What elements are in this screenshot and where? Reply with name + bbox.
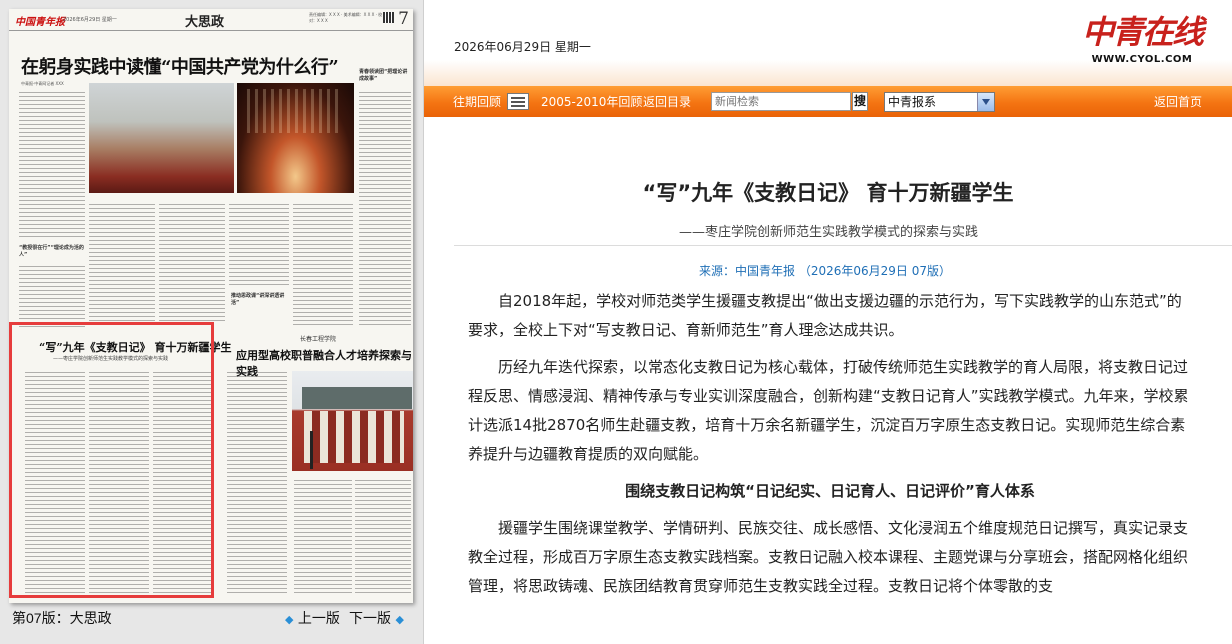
- paper-text-column: [19, 263, 85, 327]
- site-logo[interactable]: 中青在线 WWW.CYOL.COM: [1081, 10, 1204, 65]
- article-subtitle: ——枣庄学院创新师范生实践教学模式的探索与实践: [678, 225, 978, 240]
- search-input[interactable]: [711, 92, 851, 111]
- article-body: 自2018年起，学校对师范类学生援疆支教提出“做出支援边疆的示范行为，写下实践教…: [468, 287, 1192, 609]
- paper-text-column: [359, 89, 411, 325]
- paper-logo: 中国青年报: [15, 17, 65, 28]
- article-paragraph: 自2018年起，学校对师范类学生援疆支教提出“做出支援边疆的示范行为，写下实践教…: [468, 292, 1182, 339]
- article-paragraph: 历经九年迭代探索，以常态化支教日记为核心载体，打破传统师范生实践教学的育人局限，…: [468, 358, 1189, 463]
- qr-code-icon: [383, 12, 394, 23]
- paper-text-column: [355, 477, 411, 594]
- nav-archive[interactable]: 2005-2010年回顾: [541, 93, 642, 110]
- paper-text-column: [227, 369, 287, 594]
- paper-select[interactable]: 中青报系: [884, 92, 995, 112]
- paper-photo-campus: [292, 371, 413, 471]
- paper-photo-ceremony: [89, 83, 234, 193]
- paper-date: 2026年6月29日 星期一: [63, 17, 117, 23]
- paper-select-value: 中青报系: [888, 95, 937, 109]
- article-title: “写”九年《支教日记》 育十万新疆学生: [642, 181, 1014, 205]
- paper-article2-kicker: 长春工程学院: [300, 336, 337, 343]
- paper-text-column: [89, 201, 155, 321]
- site-logo-mark: 中青在线: [1081, 13, 1204, 51]
- paper-section-name: 大思政: [185, 15, 225, 30]
- divider: [454, 245, 1232, 246]
- paper-subhead-right: 青春领读团“把理论讲成故事”: [359, 69, 408, 82]
- next-page-link[interactable]: 下一版 ◆: [349, 608, 404, 628]
- calendar-grid-icon[interactable]: [507, 93, 529, 110]
- paper-subhead-mid: 推动思政课“讲深讲透讲活”: [231, 293, 285, 306]
- paper-photo-stage: [237, 83, 354, 193]
- paper-photo-caption: [89, 195, 354, 200]
- site-date: 2026年06月29日 星期一: [454, 40, 591, 54]
- paper-editors: 责任编辑：X X X · 美术编辑：X X X · 校对：X X X: [309, 12, 383, 23]
- paper-headline-1[interactable]: 在躬身实践中读懂“中国共产党为什么行”: [21, 53, 339, 79]
- page-label: 第07版：大思政: [12, 610, 112, 626]
- site-logo-url: WWW.CYOL.COM: [1091, 54, 1193, 65]
- nav-home[interactable]: 返回首页: [1154, 93, 1202, 110]
- paper-page-number: 7: [398, 9, 409, 29]
- prev-page-link[interactable]: ◆ 上一版: [285, 608, 340, 628]
- article-section-heading: 围绕支教日记构筑“日记纪实、日记育人、日记评价”育人体系: [625, 482, 1035, 500]
- article-source: 来源：中国青年报 （2026年06月29日 07版）: [699, 264, 951, 278]
- paper-text-column: [19, 89, 85, 239]
- chevron-down-icon[interactable]: [977, 93, 994, 111]
- article: “写”九年《支教日记》 育十万新疆学生 ——枣庄学院创新师范生实践教学模式的探索…: [424, 117, 1232, 644]
- paper-byline-1: 中青报·中青网记者 XXX: [21, 81, 64, 86]
- search-button[interactable]: 搜: [852, 92, 868, 111]
- paper-text-column: [294, 477, 352, 594]
- left-arrow-icon: ◆: [285, 613, 294, 626]
- site-panel: 2026年06月29日 星期一 中青在线 WWW.CYOL.COM 往期回顾 2…: [424, 0, 1232, 644]
- selected-article-highlight[interactable]: [9, 322, 214, 598]
- right-arrow-icon: ◆: [395, 613, 404, 626]
- paper-text-column: [293, 201, 353, 325]
- prev-page-label: 上一版: [297, 611, 340, 627]
- paper-text-column: [159, 201, 225, 321]
- paper-text-column: [229, 201, 289, 287]
- site-navbar: 往期回顾 2005-2010年回顾 返回目录 搜 中青报系 返回首页: [424, 86, 1232, 117]
- paper-masthead: 中国青年报 2026年6月29日 星期一 大思政 责任编辑：X X X · 美术…: [9, 9, 413, 31]
- article-paragraph: 援疆学生围绕课堂教学、学情研判、民族交往、成长感悟、文化浸润五个维度规范日记撰写…: [468, 519, 1189, 595]
- site-header: 2026年06月29日 星期一 中青在线 WWW.CYOL.COM: [424, 0, 1232, 86]
- paper-subhead-left: “教授很在行”“理论成为活的人”: [19, 245, 84, 258]
- nav-past-issues[interactable]: 往期回顾: [453, 93, 501, 110]
- newspaper-panel: 中国青年报 2026年6月29日 星期一 大思政 责任编辑：X X X · 美术…: [0, 0, 424, 644]
- next-page-label: 下一版: [349, 611, 391, 627]
- nav-back-to-list[interactable]: 返回目录: [643, 93, 691, 110]
